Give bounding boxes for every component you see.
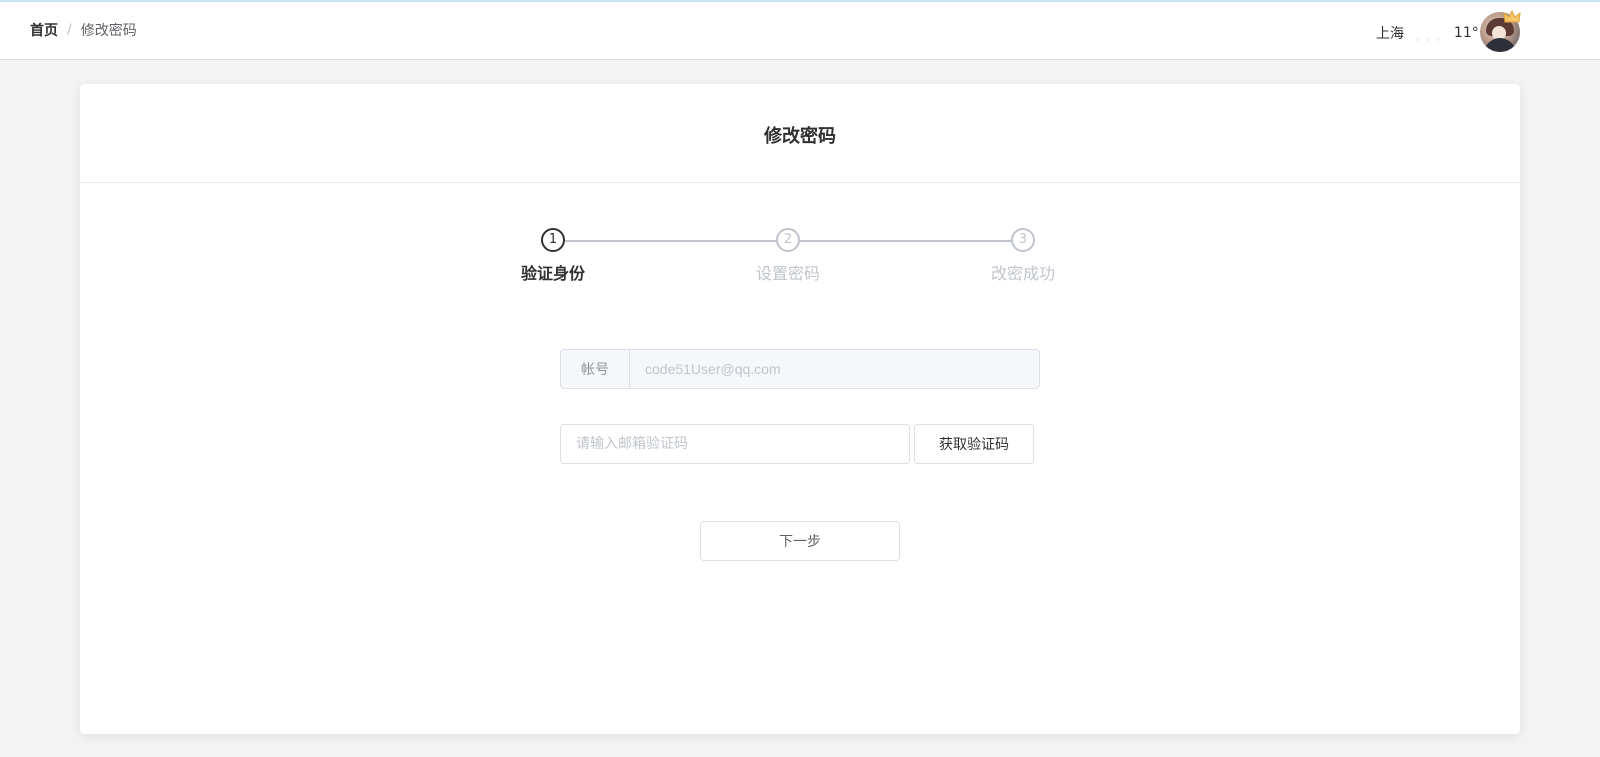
breadcrumb-current: 修改密码 bbox=[80, 23, 137, 39]
weather-widget: 上海 , , , 11° bbox=[1376, 23, 1479, 43]
step-set-password: 2 设置密码 bbox=[728, 226, 848, 284]
account-input bbox=[630, 350, 1039, 388]
step-success: 3 改密成功 bbox=[963, 226, 1083, 284]
step-number: 1 bbox=[541, 228, 565, 252]
header: 首页 / 修改密码 上海 , , , 11° bbox=[0, 2, 1600, 60]
step-verify-identity: 1 验证身份 bbox=[493, 226, 613, 284]
page-title: 修改密码 bbox=[764, 126, 836, 147]
email-code-input[interactable] bbox=[560, 424, 910, 464]
breadcrumb-separator: / bbox=[67, 22, 72, 38]
weather-icon: , , , bbox=[1416, 31, 1442, 43]
account-field: 帐号 bbox=[560, 349, 1040, 389]
breadcrumb-home-link[interactable]: 首页 bbox=[30, 20, 58, 40]
step-number: 3 bbox=[1011, 228, 1035, 252]
step-number: 2 bbox=[776, 228, 800, 252]
weather-temperature: 11° bbox=[1453, 25, 1479, 41]
steps-progress: 1 验证身份 2 设置密码 3 改密成功 bbox=[80, 226, 1520, 286]
step-label: 设置密码 bbox=[755, 264, 820, 283]
get-code-button[interactable]: 获取验证码 bbox=[914, 424, 1034, 464]
step-label: 改密成功 bbox=[990, 264, 1055, 283]
account-label: 帐号 bbox=[561, 350, 630, 388]
card-header: 修改密码 bbox=[80, 84, 1520, 183]
weather-city: 上海 bbox=[1376, 26, 1404, 42]
change-password-card: 修改密码 1 验证身份 2 设置密码 3 改密成功 帐号 获取验证码 下一步 bbox=[80, 84, 1520, 734]
step-label: 验证身份 bbox=[520, 264, 585, 283]
breadcrumb: 首页 / 修改密码 bbox=[30, 20, 137, 40]
next-step-button[interactable]: 下一步 bbox=[700, 521, 900, 561]
crown-icon bbox=[1503, 10, 1521, 23]
